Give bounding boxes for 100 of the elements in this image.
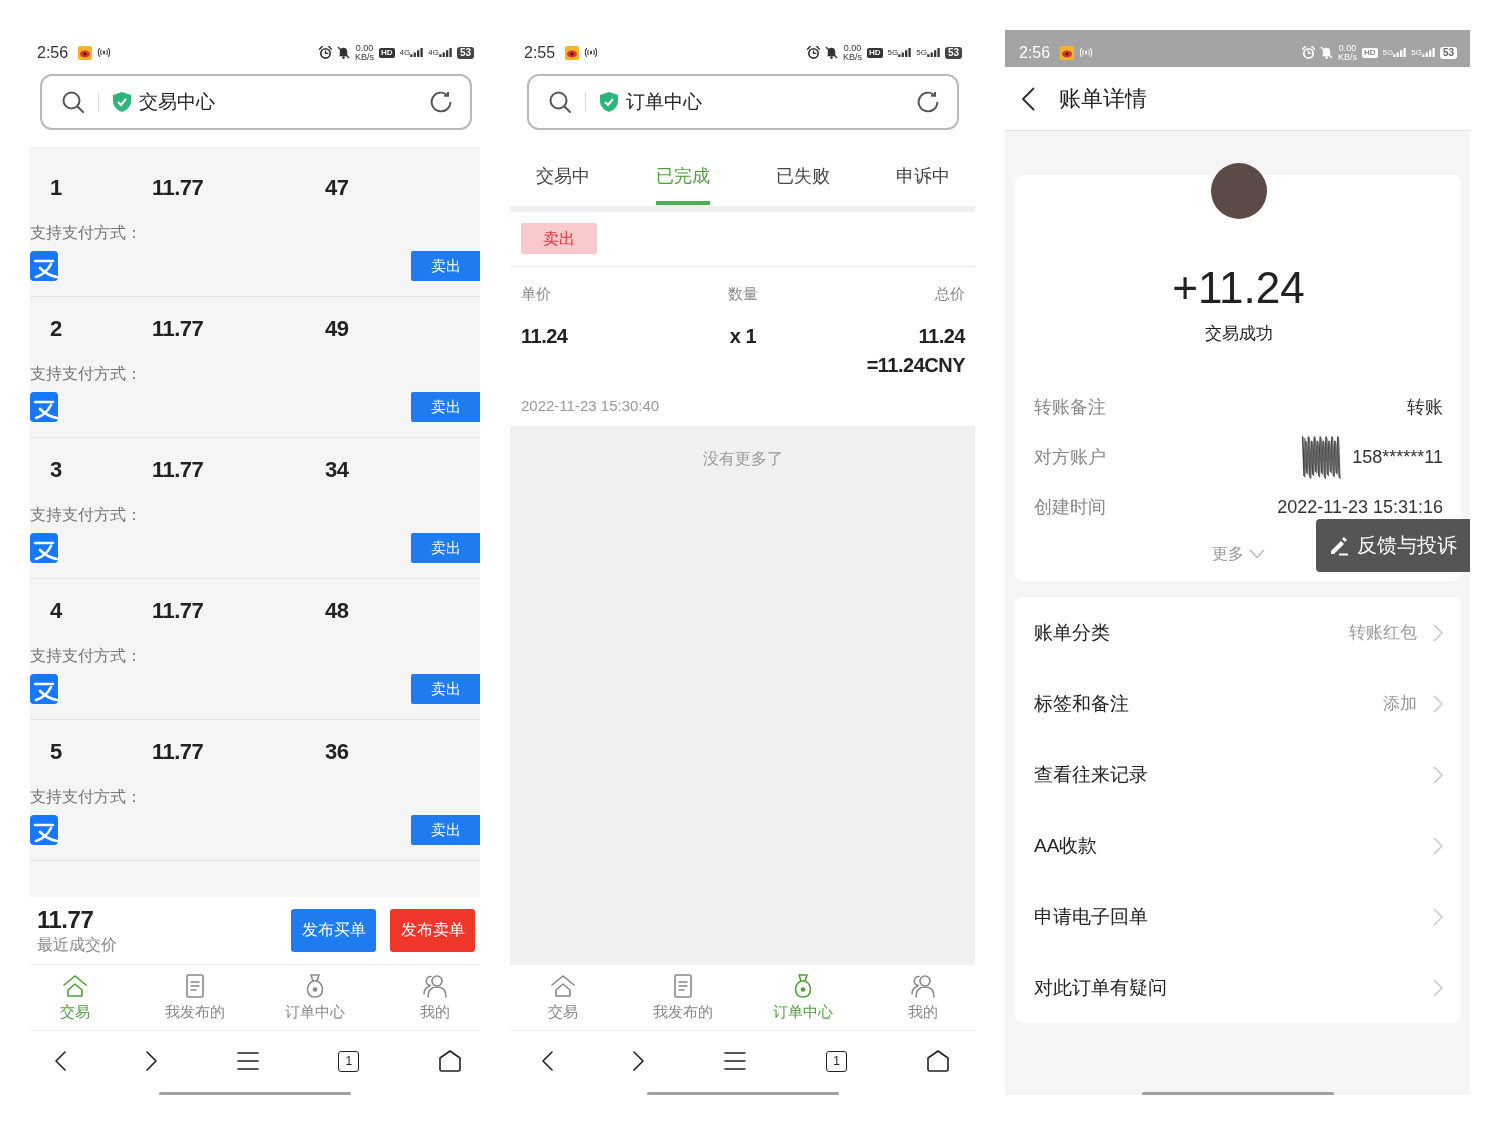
sell-button[interactable]: 卖出: [411, 533, 480, 563]
action-label[interactable]: 查看往来记录: [1034, 761, 1148, 788]
order-status-tab[interactable]: 交易中: [535, 147, 590, 205]
tab-bar-item[interactable]: 交易: [20, 965, 130, 1030]
battery-indicator: 53: [456, 46, 474, 59]
tab-bar-item[interactable]: 订单中心: [260, 965, 370, 1030]
tab-bar-item[interactable]: 我的: [380, 965, 490, 1030]
tab-bar-item[interactable]: 订单中心: [747, 965, 858, 1030]
unit-price: 11.77: [152, 599, 204, 623]
order-status-tab[interactable]: 已失败: [775, 147, 830, 205]
alarm-clock-icon: [318, 46, 332, 59]
forward-icon[interactable]: [145, 1051, 157, 1071]
chevron-right-icon: [1433, 623, 1443, 642]
latest-price-caption: 最近成交价: [37, 934, 117, 955]
more-link[interactable]: 更多: [1212, 544, 1265, 564]
network-type: 5G: [887, 48, 899, 57]
payment-methods-label: 支持支付方式：: [30, 225, 142, 241]
sell-button[interactable]: 卖出: [411, 815, 480, 845]
address-bar[interactable]: 交易中心: [40, 74, 472, 130]
tab-bar-item[interactable]: 交易: [507, 965, 618, 1030]
speed-unit: KB/s: [842, 52, 862, 62]
action-value: 转账红包: [1349, 622, 1417, 644]
tab-bar-item[interactable]: 我发布的: [140, 965, 250, 1030]
feedback-button[interactable]: 反馈与投诉: [1316, 519, 1470, 572]
address-bar[interactable]: 订单中心: [527, 74, 959, 130]
detail-value: 158******11: [1352, 446, 1443, 468]
post-buy-button[interactable]: 发布买单: [291, 909, 376, 952]
action-label[interactable]: 对此订单有疑问: [1034, 974, 1167, 1001]
unit-price: 11.77: [152, 317, 204, 341]
alarm-clock-icon: [806, 46, 820, 59]
chevron-down-icon: [1249, 549, 1265, 559]
network-type: 5G: [1382, 48, 1394, 57]
quantity: 48: [325, 599, 349, 623]
speed-unit: KB/s: [354, 52, 374, 62]
back-icon[interactable]: [55, 1051, 66, 1071]
post-sell-button[interactable]: 发布卖单: [390, 909, 475, 952]
app-notification-icon: [78, 45, 93, 60]
home-icon: [549, 973, 576, 999]
battery-indicator: 53: [944, 46, 962, 59]
menu-icon[interactable]: [724, 1052, 746, 1070]
signal-icon: [410, 48, 424, 57]
chevron-right-icon: [1433, 765, 1443, 784]
back-icon[interactable]: [542, 1051, 553, 1071]
hd-indicator: HD: [1361, 47, 1378, 58]
search-icon[interactable]: [549, 91, 571, 113]
action-label[interactable]: AA收款: [1034, 832, 1098, 859]
quantity: 47: [325, 176, 349, 200]
speed-unit: KB/s: [1337, 52, 1357, 62]
people-icon: [909, 973, 936, 999]
quantity: 36: [325, 740, 349, 764]
tabs-button[interactable]: 1: [826, 1050, 847, 1072]
clock-time: 2:56: [1019, 43, 1051, 62]
signal-icon: [898, 48, 912, 57]
sell-button[interactable]: 卖出: [411, 674, 480, 704]
row-index: 3: [50, 458, 62, 482]
action-label[interactable]: 申请电子回单: [1034, 903, 1148, 930]
payment-methods-label: 支持支付方式：: [30, 366, 142, 382]
verified-shield-icon: [600, 92, 618, 112]
signal-icon: [438, 48, 452, 57]
menu-icon[interactable]: [236, 1052, 259, 1070]
battery-indicator: 53: [1439, 46, 1457, 59]
home-icon[interactable]: [439, 1050, 461, 1072]
sell-button[interactable]: 卖出: [411, 392, 480, 422]
signal-icon: [1421, 48, 1435, 57]
clock-time: 2:55: [524, 43, 556, 62]
muted-bell-icon: [824, 46, 838, 59]
action-value: 添加: [1383, 693, 1417, 715]
column-label: 数量: [728, 286, 758, 302]
forward-icon[interactable]: [633, 1051, 644, 1071]
page-title: 交易中心: [139, 90, 215, 114]
quantity: x 1: [729, 324, 757, 348]
chevron-right-icon: [1433, 978, 1443, 997]
vibrate-icon: [1079, 47, 1094, 58]
converted-total: =11.24CNY: [866, 353, 965, 377]
network-type: 4G: [428, 48, 439, 57]
tabs-button[interactable]: 1: [338, 1050, 360, 1072]
home-icon[interactable]: [927, 1050, 949, 1072]
row-index: 5: [50, 740, 62, 764]
app-notification-icon: [1060, 45, 1075, 60]
network-type: 5G: [1411, 48, 1422, 57]
reload-icon[interactable]: [430, 91, 452, 113]
latest-price: 11.77: [37, 906, 94, 933]
search-icon[interactable]: [62, 91, 84, 113]
network-speed: 0.00: [1338, 43, 1357, 53]
back-icon[interactable]: [1021, 86, 1035, 111]
unit-price: 11.24: [521, 324, 568, 348]
tab-bar-item[interactable]: 我发布的: [627, 965, 738, 1030]
unit-price: 11.77: [152, 740, 204, 764]
signal-icon: [926, 48, 940, 57]
reload-icon[interactable]: [917, 91, 939, 113]
row-index: 1: [50, 176, 62, 200]
quantity: 34: [325, 458, 349, 482]
alarm-clock-icon: [1301, 46, 1315, 59]
sell-button[interactable]: 卖出: [411, 251, 480, 281]
action-label[interactable]: 账单分类: [1034, 619, 1110, 646]
tab-bar-item[interactable]: 我的: [867, 965, 978, 1030]
action-label[interactable]: 标签和备注: [1034, 690, 1129, 717]
detail-label: 对方账户: [1034, 446, 1106, 469]
people-icon: [422, 973, 448, 999]
order-status-tab[interactable]: 申诉中: [895, 147, 950, 205]
